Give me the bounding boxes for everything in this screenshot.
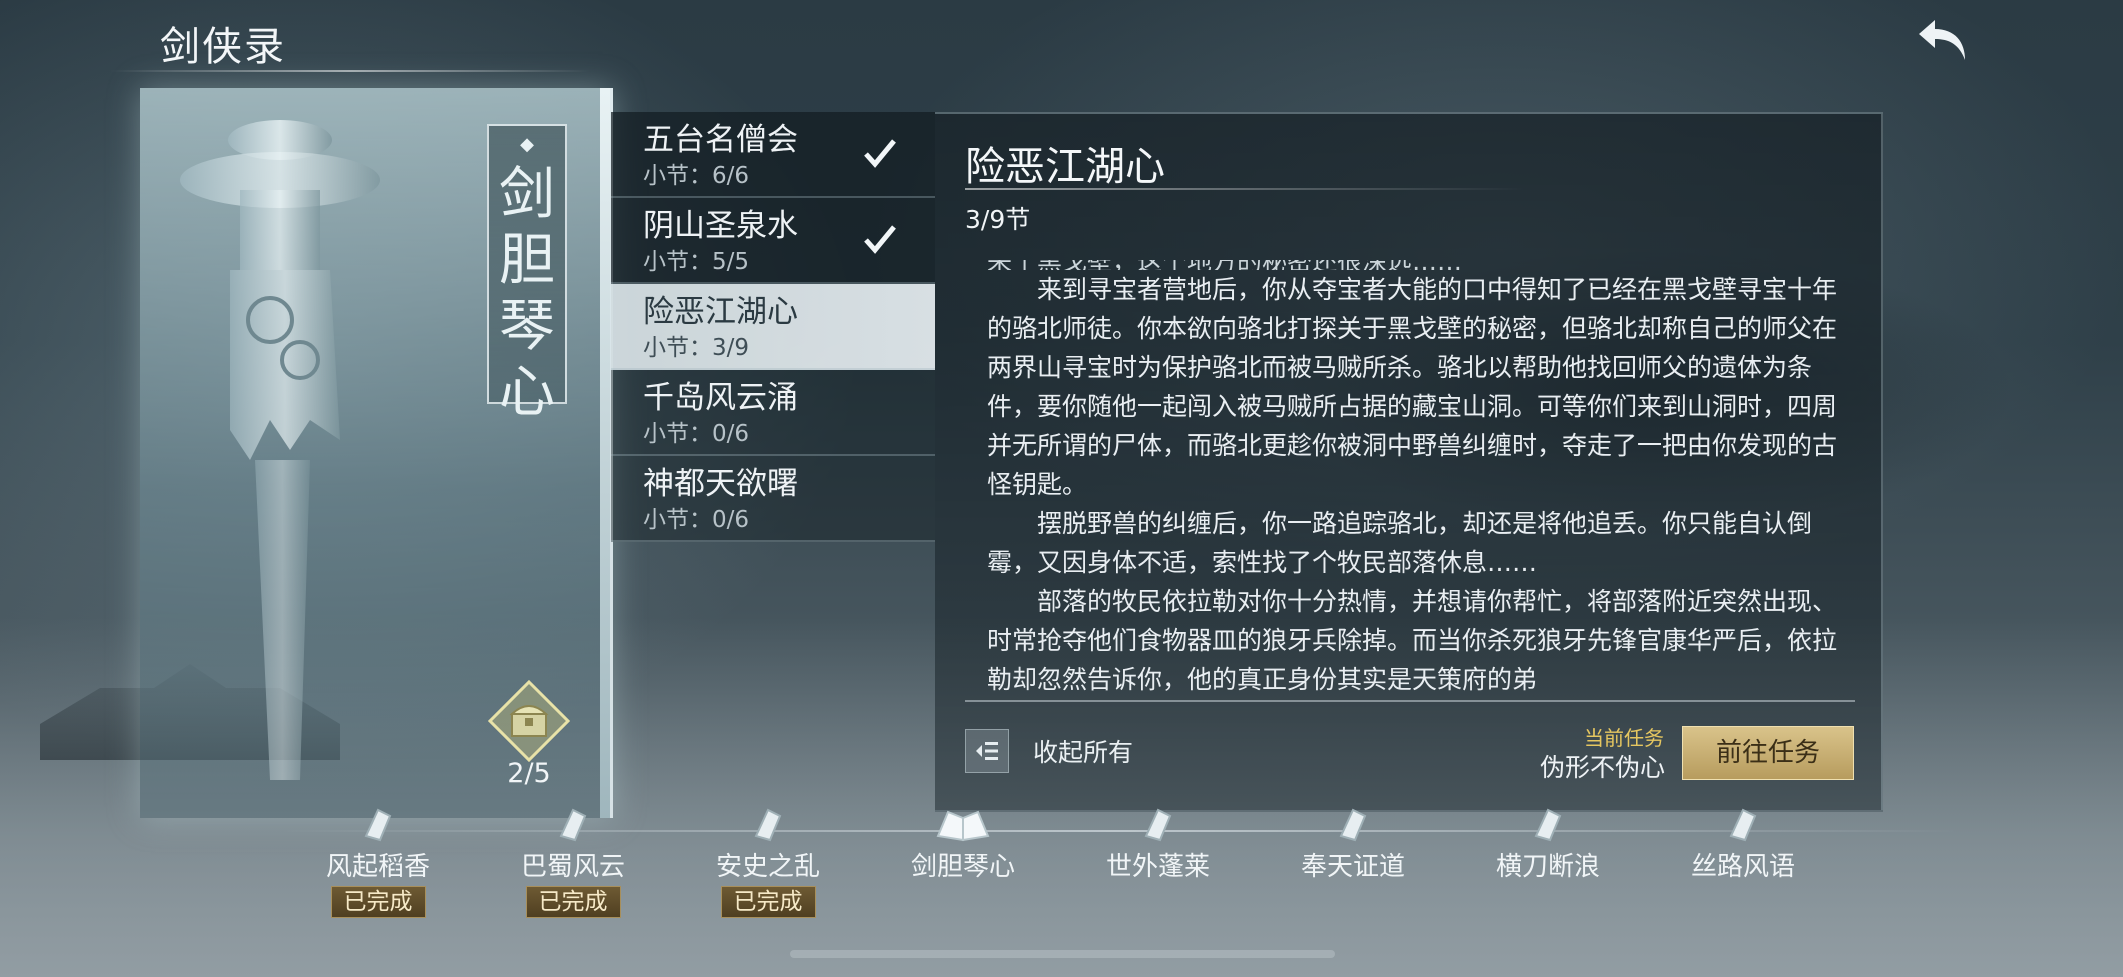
- chapter-progress: 小节：0/6: [643, 421, 750, 447]
- back-button[interactable]: [1915, 14, 1971, 66]
- timeline-item[interactable]: 安史之乱 已完成: [688, 806, 848, 918]
- chapter-name: 千岛风云涌: [643, 380, 798, 416]
- back-arrow-icon: [1919, 20, 1965, 60]
- timeline-name: 奉天证道: [1300, 852, 1405, 882]
- chapter-item-selected[interactable]: 险恶江湖心 小节：3/9: [611, 284, 935, 370]
- book-title-char: 心: [499, 360, 555, 425]
- title-divider: [965, 188, 1525, 190]
- chapter-item[interactable]: 五台名僧会 小节：6/6: [611, 112, 935, 198]
- chapter-progress: 小节：0/6: [643, 507, 750, 533]
- page-title: 剑侠录: [160, 24, 286, 70]
- timeline-item[interactable]: 巴蜀风云 已完成: [493, 806, 653, 918]
- book-icon: [364, 808, 392, 842]
- timeline-scrollbar[interactable]: [790, 950, 1335, 958]
- completed-badge: 已完成: [330, 886, 426, 918]
- book-icon: [1339, 808, 1367, 842]
- book-icon: [754, 808, 782, 842]
- timeline-name: 横刀断浪: [1495, 852, 1600, 882]
- chapter-name: 神都天欲曙: [643, 466, 798, 502]
- chapter-item[interactable]: 千岛风云涌 小节：0/6: [611, 370, 935, 456]
- story-paragraph: 来到寻宝者营地后，你从夺宝者大能的口中得知了已经在黑戈壁寻宝十年的骆北师徒。你本…: [987, 275, 1837, 499]
- current-task-label: 当前任务: [1584, 726, 1664, 750]
- timeline-item[interactable]: 世外蓬莱: [1078, 806, 1238, 884]
- timeline-item[interactable]: 横刀断浪: [1468, 806, 1628, 884]
- goto-task-button[interactable]: 前往任务: [1682, 726, 1854, 780]
- story-paragraph: 部落的牧民依拉勒对你十分热情，并想请你帮忙，将部落附近突然出现、时常抢夺他们食物…: [987, 587, 1837, 694]
- chapter-item[interactable]: 阴山圣泉水 小节：5/5: [611, 198, 935, 284]
- timeline-item[interactable]: 丝路风语: [1663, 806, 1823, 884]
- checkmark-icon: [864, 139, 896, 168]
- book-title-char: 胆: [499, 228, 555, 293]
- book-title-plate: ◆ 剑 胆 琴 心: [487, 124, 567, 425]
- timeline-name: 风起稻香: [325, 852, 430, 882]
- timeline-item-current[interactable]: 剑胆琴心: [883, 806, 1043, 884]
- story-divider: [965, 700, 1855, 702]
- chapter-title: 险恶江湖心: [965, 144, 1165, 190]
- chapter-name: 险恶江湖心: [643, 294, 798, 330]
- current-task-name: 伪形不伪心: [1540, 753, 1666, 782]
- chest-progress: 2/5: [507, 758, 551, 789]
- timeline-name: 巴蜀风云: [520, 852, 625, 882]
- collapse-all-label: 收起所有: [1033, 738, 1134, 767]
- book-icon: [559, 808, 587, 842]
- story-text-scroll[interactable]: 来了黑戈壁，这个地方的秘密还很深远…… 来到寻宝者营地后，你从夺宝者大能的口中得…: [987, 260, 1837, 696]
- open-book-icon: [936, 810, 990, 842]
- story-cut-line: 来了黑戈壁，这个地方的秘密还很深远……: [987, 260, 1837, 270]
- timeline-name: 丝路风语: [1690, 852, 1795, 882]
- book-icon: [1534, 808, 1562, 842]
- chapter-progress: 小节：3/9: [643, 335, 750, 361]
- completed-badge: 已完成: [525, 886, 621, 918]
- chapter-item[interactable]: 神都天欲曙 小节：0/6: [611, 456, 935, 542]
- checkmark-icon: [864, 225, 896, 254]
- book-title-char: 琴: [499, 294, 555, 359]
- collapse-list-icon: [965, 729, 1009, 773]
- title-divider: [110, 70, 590, 72]
- book-spine-edge: [600, 88, 610, 818]
- book-icon: [1729, 808, 1757, 842]
- chapter-list: 五台名僧会 小节：6/6 阴山圣泉水 小节：5/5 险恶江湖心 小节：3/9 千…: [611, 112, 935, 542]
- timeline-item[interactable]: 奉天证道: [1273, 806, 1433, 884]
- sword-illustration-icon: [180, 120, 380, 780]
- book-icon: [1144, 808, 1172, 842]
- ornament-icon: ◆: [520, 134, 534, 155]
- story-paragraph: 摆脱野兽的纠缠后，你一路追踪骆北，却还是将他追丢。你只能自认倒霉，又因身体不适，…: [987, 509, 1813, 577]
- timeline-name: 安史之乱: [715, 852, 820, 882]
- timeline-name: 剑胆琴心: [910, 852, 1015, 882]
- collapse-all-button[interactable]: 收起所有: [965, 729, 1134, 773]
- treasure-chest-button[interactable]: [487, 679, 571, 763]
- section-progress: 3/9节: [965, 205, 1031, 234]
- timeline-item[interactable]: 风起稻香 已完成: [298, 806, 458, 918]
- book-title-char: 剑: [499, 162, 555, 227]
- treasure-chest-icon: [487, 679, 571, 763]
- timeline-name: 世外蓬莱: [1105, 852, 1210, 882]
- completed-badge: 已完成: [720, 886, 816, 918]
